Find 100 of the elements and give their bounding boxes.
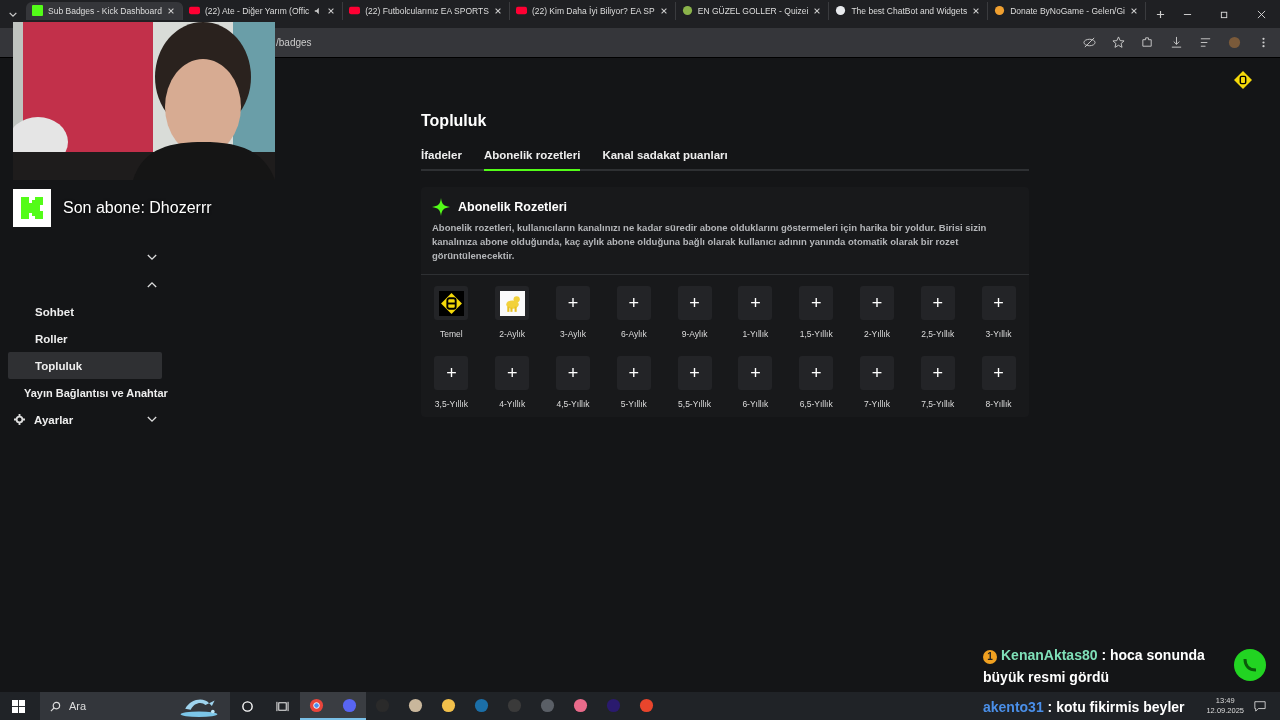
- favicon-icon: [994, 5, 1006, 16]
- kick-logo-icon: [13, 189, 51, 227]
- add-badge-button[interactable]: +: [981, 286, 1016, 320]
- sidebar-item[interactable]: Topluluk: [8, 352, 162, 379]
- close-icon[interactable]: [659, 6, 668, 15]
- browser-tab[interactable]: Sub Badges - Kick Dashboard: [26, 1, 183, 20]
- address-field[interactable]: /badges: [276, 37, 312, 48]
- badge-label: 6,5-Yıllık: [799, 399, 833, 409]
- browser-tab[interactable]: Donate ByNoGame - Gelen/Gi: [988, 1, 1146, 20]
- add-badge-button[interactable]: +: [495, 356, 530, 390]
- badge-label: 6-Aylık: [620, 329, 647, 339]
- badge-label: 1-Yıllık: [742, 329, 769, 339]
- chat-message: 1 KenanAktas80 : hoca sonunda büyük resmi gördü: [983, 646, 1206, 687]
- badge-label: 7-Yıllık: [864, 399, 890, 409]
- add-badge-button[interactable]: +: [556, 356, 590, 390]
- taskbar-app[interactable]: [333, 692, 366, 720]
- favicon-icon: [835, 5, 847, 16]
- add-badge-button[interactable]: +: [920, 286, 955, 320]
- add-badge-button[interactable]: +: [860, 356, 894, 390]
- restore-icon[interactable]: [1220, 9, 1229, 19]
- task-view-icon[interactable]: [276, 699, 289, 713]
- tab[interactable]: Abonelik rozetleri: [483, 149, 581, 171]
- browser-tab[interactable]: (22) Ate - Diğer Yarım (Offic: [182, 1, 344, 20]
- card-description: Abonelik rozetleri, kullanıcıların kanalınızı ne kadar süredir abone olduklarını göstermeleri için harika bir yoldur. Birisi sizin kanalınıza abone olduğunda, kaç aylık abone olduğuna bağlı olarak kullanıcı adının yanında otomatik olarak bir rozet görüntülenecektir.: [432, 221, 988, 263]
- browser-tab[interactable]: (22) Futbolcularınız EA SPORTS: [343, 1, 510, 20]
- sidebar-item[interactable]: Roller: [8, 325, 162, 352]
- windows-icon[interactable]: [12, 699, 25, 713]
- badge-label: 5-Yıllık: [620, 399, 647, 409]
- close-icon[interactable]: [1130, 6, 1138, 15]
- add-badge-button[interactable]: +: [981, 356, 1016, 390]
- close-icon[interactable]: [493, 6, 502, 15]
- badge-label: 2,5-Yıllık: [921, 329, 955, 339]
- badge-label: Temel: [440, 329, 463, 339]
- favicon-icon: [32, 5, 43, 16]
- browser-tab[interactable]: EN GÜZEL GOLLER - Quizei: [675, 1, 830, 20]
- browser-tab[interactable]: (22) Kim Daha İyi Biliyor? EA SP: [509, 1, 676, 20]
- badge-label: 7,5-Yıllık: [921, 399, 955, 409]
- search-field[interactable]: Ara: [40, 692, 230, 720]
- chevron-up-icon[interactable]: [147, 281, 157, 288]
- add-badge-button[interactable]: +: [738, 356, 773, 390]
- sidebar-item[interactable]: Ayarlar: [8, 406, 162, 433]
- badge-label: 2-Yıllık: [864, 329, 890, 339]
- badge-label: 4,5-Yıllık: [556, 399, 590, 409]
- chat-message: akento31 : kotu fikirmis beyler: [983, 698, 1185, 717]
- latest-subscriber: Son abone: Dhozerrr: [63, 199, 212, 217]
- chevron-down-icon[interactable]: [147, 416, 157, 423]
- download-icon[interactable]: [1170, 36, 1183, 49]
- badge-label: 6-Yıllık: [742, 399, 769, 409]
- chevron-down-icon[interactable]: [147, 254, 157, 261]
- taskbar-app[interactable]: [300, 692, 333, 720]
- badge-label: 8-Yıllık: [985, 399, 1012, 409]
- badge-logo-icon: [438, 290, 464, 316]
- tab[interactable]: Kanal sadakat puanları: [602, 149, 728, 171]
- puzzle-icon[interactable]: [1141, 36, 1154, 49]
- notification-icon[interactable]: [1254, 700, 1266, 712]
- badge-label: 5,5-Yıllık: [678, 399, 712, 409]
- add-badge-button[interactable]: +: [920, 356, 955, 390]
- badge-label: 3-Yıllık: [985, 329, 1012, 339]
- add-badge-button[interactable]: +: [799, 286, 834, 320]
- star-icon[interactable]: [1112, 36, 1125, 49]
- add-badge-button[interactable]: +: [860, 286, 894, 320]
- sparkle-icon: [432, 198, 450, 216]
- add-badge-button[interactable]: +: [616, 286, 651, 320]
- page-title: Topluluk: [421, 112, 488, 130]
- tab[interactable]: İfadeler: [421, 149, 462, 171]
- add-badge-button[interactable]: +: [799, 356, 834, 390]
- sidebar-item[interactable]: Sohbet: [8, 298, 162, 325]
- close-icon[interactable]: [972, 6, 981, 15]
- badge-label: 3-Aylık: [560, 329, 586, 339]
- close-icon[interactable]: [166, 6, 175, 15]
- add-badge-button[interactable]: +: [616, 356, 651, 390]
- phone-icon: [1234, 649, 1266, 681]
- extension-icon[interactable]: [1234, 71, 1252, 89]
- favicon-icon: [515, 5, 527, 16]
- settings-icon: [14, 414, 25, 425]
- favicon-icon: [188, 5, 200, 16]
- search-icon: [50, 700, 61, 712]
- eye-off-icon[interactable]: [1083, 36, 1096, 49]
- sidebar-item[interactable]: Yayın Bağlantısı ve Anahtar: [8, 379, 182, 406]
- queue-icon[interactable]: [1199, 36, 1212, 49]
- badge-label: 3,5-Yıllık: [434, 399, 468, 409]
- close-icon[interactable]: [327, 6, 336, 15]
- chevron-down-icon[interactable]: [8, 10, 18, 18]
- badge-label: 9-Aylık: [681, 329, 708, 339]
- cortana-icon[interactable]: [241, 699, 254, 713]
- close-icon[interactable]: [813, 6, 822, 15]
- add-badge-button[interactable]: +: [677, 286, 712, 320]
- add-badge-button[interactable]: +: [556, 286, 590, 320]
- add-badge-button[interactable]: +: [738, 286, 773, 320]
- add-badge-button[interactable]: +: [677, 356, 712, 390]
- badge-label: 4-Yıllık: [499, 399, 526, 409]
- badge-label: 2-Aylık: [499, 329, 526, 339]
- close-icon[interactable]: [1257, 9, 1266, 19]
- add-badge-button[interactable]: +: [434, 356, 469, 390]
- new-tab-icon[interactable]: [1156, 9, 1165, 19]
- favicon-icon: [349, 5, 361, 16]
- card-title: Abonelik Rozetleri: [458, 200, 568, 214]
- browser-tab[interactable]: The best ChatBot and Widgets: [829, 1, 989, 20]
- badge-label: 1,5-Yıllık: [799, 329, 833, 339]
- favicon-icon: [681, 5, 693, 16]
